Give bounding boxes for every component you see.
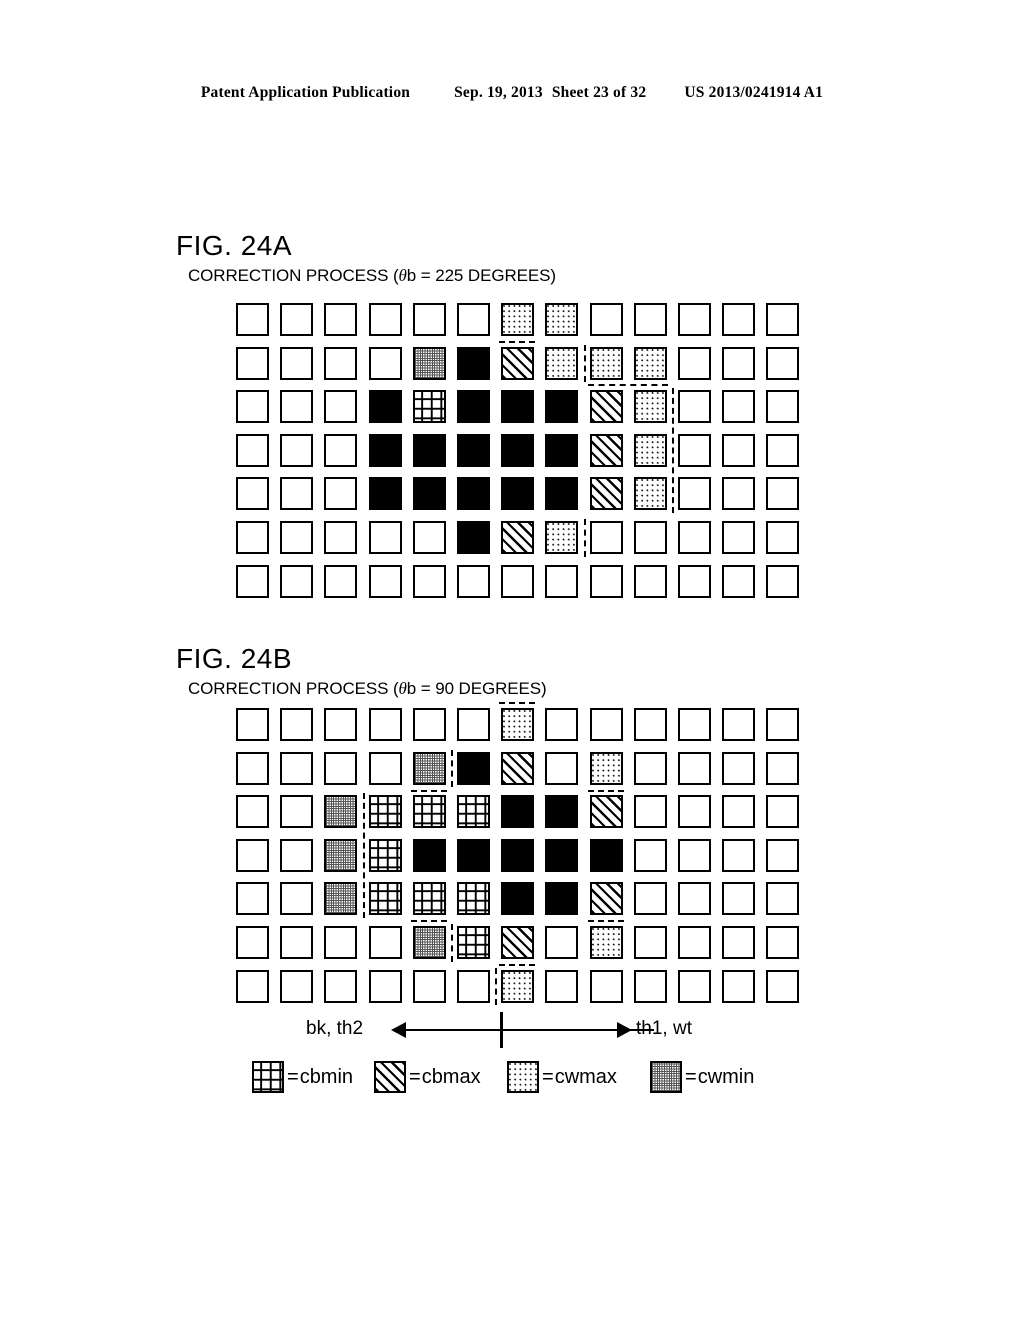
boundary-dash-horizontal <box>587 789 624 792</box>
boundary-dash-vertical <box>451 924 453 962</box>
legend-equals-sign: = <box>287 1065 299 1088</box>
boundary-dash-vertical <box>495 967 498 1006</box>
boundary-dash-horizontal <box>499 340 536 343</box>
figure-24a-title: FIG. 24A <box>176 230 293 261</box>
figure-24a-caption-suffix: b = 225 DEGREES) <box>406 266 556 285</box>
legend-equals-sign: = <box>409 1065 421 1088</box>
figure-24b-boundary-annotations <box>236 702 816 1008</box>
figure-24a-caption-prefix: CORRECTION PROCESS ( <box>188 266 399 285</box>
header-patent-number: US 2013/0241914 A1 <box>684 84 824 101</box>
header-publication: Patent Application Publication <box>200 84 411 101</box>
figure-24b-caption: CORRECTION PROCESS (θb = 90 DEGREES) <box>188 680 547 697</box>
boundary-dash-vertical <box>583 519 586 557</box>
legend-item-cbmax: = cbmax <box>374 1061 481 1093</box>
figure-24b-caption-prefix: CORRECTION PROCESS ( <box>188 679 399 698</box>
legend-item-cwmin: = cwmin <box>650 1061 754 1093</box>
threshold-axis: bk, th2 th1, wt <box>236 1008 816 1052</box>
figure-24a-caption: CORRECTION PROCESS (θb = 225 DEGREES) <box>188 267 556 284</box>
legend-item-cbmin: = cbmin <box>252 1061 353 1093</box>
figure-24a-boundary-annotations <box>236 303 816 603</box>
boundary-dash-vertical <box>672 388 674 513</box>
figure-24b-title: FIG. 24B <box>176 643 293 674</box>
legend-label-cbmin: cbmin <box>299 1065 354 1088</box>
boundary-dash-vertical <box>583 344 586 383</box>
legend-label-cwmax: cwmax <box>554 1065 617 1088</box>
legend-label-cbmax: cbmax <box>421 1065 481 1088</box>
header-date: Sep. 19, 2013 <box>454 84 543 101</box>
boundary-dash-horizontal <box>410 789 447 792</box>
boundary-dash-horizontal <box>499 702 536 704</box>
page-header: Patent Application Publication Sep. 19, … <box>0 84 1024 102</box>
boundary-dash-vertical <box>362 793 365 918</box>
boundary-dash-horizontal <box>410 920 447 922</box>
header-sheet: Sheet 23 of 32 <box>551 84 647 101</box>
legend-equals-sign: = <box>542 1065 554 1088</box>
figure-24b: FIG. 24B CORRECTION PROCESS (θb = 90 DEG… <box>176 643 547 698</box>
pattern-legend: = cbmin = cbmax = cwmax = cwmin <box>252 1057 772 1103</box>
theta-symbol: θ <box>398 679 407 698</box>
axis-label-right: th1, wt <box>636 1018 692 1039</box>
axis-arrow-right-icon <box>617 1022 632 1038</box>
legend-swatch-cbmax <box>374 1061 406 1093</box>
boundary-dash-vertical <box>451 749 453 788</box>
figure-24a: FIG. 24A CORRECTION PROCESS (θb = 225 DE… <box>176 230 556 285</box>
boundary-dash-horizontal <box>499 964 536 966</box>
theta-symbol: θ <box>398 266 407 285</box>
legend-swatch-cbmin <box>252 1061 284 1093</box>
axis-label-left: bk, th2 <box>306 1018 364 1039</box>
legend-label-cwmin: cwmin <box>697 1065 755 1088</box>
boundary-dash-horizontal <box>587 920 624 922</box>
legend-equals-sign: = <box>685 1065 697 1088</box>
figure-24b-caption-suffix: b = 90 DEGREES) <box>406 679 547 698</box>
legend-item-cwmax: = cwmax <box>507 1061 617 1093</box>
axis-line-right <box>502 1029 617 1031</box>
boundary-dash-horizontal <box>587 384 668 387</box>
legend-swatch-cwmin <box>650 1061 682 1093</box>
legend-swatch-cwmax <box>507 1061 539 1093</box>
